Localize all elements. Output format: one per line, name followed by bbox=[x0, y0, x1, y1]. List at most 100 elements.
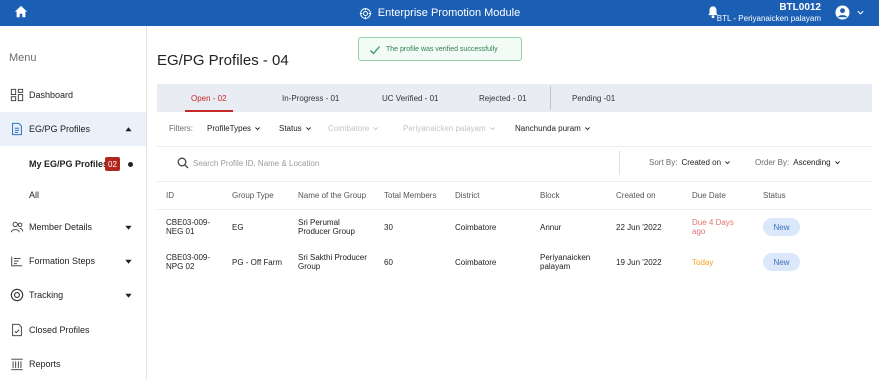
tab-rejected[interactable]: Rejected - 01 bbox=[479, 84, 527, 112]
search-input[interactable] bbox=[193, 156, 493, 170]
dashboard-icon bbox=[10, 88, 24, 102]
filter-label: Status bbox=[279, 124, 302, 133]
cell-created-on: 19 Jun '2022 bbox=[616, 258, 662, 267]
tracking-icon bbox=[10, 288, 24, 302]
cell-total-members: 60 bbox=[384, 258, 393, 267]
sort-by-value: Created on bbox=[681, 158, 722, 167]
chevron-down-icon bbox=[725, 161, 730, 165]
filter-profile-types[interactable]: ProfileTypes bbox=[207, 124, 261, 133]
chevron-down-icon bbox=[373, 127, 379, 131]
top-bar: Enterprise Promotion Module BTL0012 BTL … bbox=[0, 0, 879, 26]
order-by-select[interactable]: Ascending bbox=[793, 158, 840, 167]
sidebar-item-tracking[interactable]: Tracking bbox=[0, 278, 146, 312]
count-badge: 02 bbox=[105, 157, 120, 171]
tab-pending[interactable]: Pending -01 bbox=[572, 84, 615, 112]
sidebar-item-label: Member Details bbox=[29, 222, 93, 232]
divider bbox=[157, 181, 872, 182]
user-info[interactable]: BTL0012 BTL - Periyanaicken palayam bbox=[717, 2, 821, 24]
sidebar-item-label: Closed Profiles bbox=[29, 325, 90, 335]
cell-id: CBE03-009- NEG 01 bbox=[166, 218, 211, 236]
filter-block: Periyanaicken palayam bbox=[403, 124, 496, 133]
tab-divider bbox=[550, 86, 551, 110]
cell-due-date: Due 4 Days ago bbox=[692, 218, 734, 236]
cell-district: Coimbatore bbox=[455, 223, 497, 232]
cell-group-name: Sri Sakthi Producer Group bbox=[298, 253, 367, 271]
tab-open[interactable]: Open - 02 bbox=[185, 84, 233, 112]
table-row[interactable]: CBE03-009- NEG 01 EG Sri Perumal Producer … bbox=[157, 213, 872, 249]
sidebar-item-dashboard[interactable]: Dashboard bbox=[0, 78, 146, 112]
search-icon[interactable] bbox=[177, 157, 189, 169]
filter-label: ProfileTypes bbox=[207, 124, 252, 133]
cell-due-date: Today bbox=[692, 258, 714, 267]
order-by-label: Order By: bbox=[755, 158, 790, 167]
sidebar-subitem-label: All bbox=[29, 190, 40, 200]
column-header-created-on: Created on bbox=[616, 191, 656, 200]
closed-file-icon bbox=[12, 323, 22, 337]
column-header-total-members: Total Members bbox=[384, 191, 437, 200]
status-badge: New bbox=[763, 253, 800, 271]
filter-label: Coimbatore bbox=[328, 124, 370, 133]
chevron-down-icon bbox=[305, 127, 311, 131]
sidebar-item-label: Tracking bbox=[29, 290, 64, 300]
check-icon bbox=[370, 46, 380, 55]
tab-in-progress[interactable]: In-Progress - 01 bbox=[282, 84, 339, 112]
status-badge: New bbox=[763, 218, 800, 236]
success-toast: The profile was verified successfully bbox=[358, 37, 522, 61]
cell-group-type: EG bbox=[232, 223, 244, 232]
document-icon bbox=[12, 122, 22, 136]
order-by-value: Ascending bbox=[793, 158, 831, 167]
cell-created-on: 22 Jun '2022 bbox=[616, 223, 662, 232]
filter-district: Coimbatore bbox=[328, 124, 379, 133]
sort-by-select[interactable]: Created on bbox=[681, 158, 731, 167]
sidebar: Menu Dashboard EG/PG Profiles My EG/PG P… bbox=[0, 26, 147, 380]
sidebar-item-label: Reports bbox=[29, 359, 61, 369]
users-icon bbox=[10, 221, 24, 233]
sidebar-item-eg-pg-profiles[interactable]: EG/PG Profiles bbox=[0, 112, 146, 146]
sidebar-subitem-my-profiles[interactable]: My EG/PG Profiles 02 bbox=[0, 150, 146, 178]
filter-village[interactable]: Nanchunda puram bbox=[515, 124, 591, 133]
app-title: Enterprise Promotion Module bbox=[377, 7, 521, 19]
chevron-down-icon bbox=[255, 127, 260, 131]
chevron-down-icon[interactable] bbox=[124, 291, 133, 300]
divider bbox=[619, 151, 620, 175]
sidebar-item-member-details[interactable]: Member Details bbox=[0, 210, 146, 244]
account-icon[interactable] bbox=[835, 5, 850, 20]
column-header-due-date: Due Date bbox=[692, 191, 726, 200]
cell-id: CBE03-009- NPG 02 bbox=[166, 253, 211, 271]
filter-label: Nanchunda puram bbox=[515, 124, 581, 133]
cell-block: Annur bbox=[540, 223, 562, 232]
sidebar-subitem-all[interactable]: All bbox=[0, 181, 146, 209]
column-header-block: Block bbox=[540, 191, 560, 200]
tab-uc-verified[interactable]: UC Verified - 01 bbox=[382, 84, 438, 112]
filter-label: Periyanaicken palayam bbox=[403, 124, 486, 133]
column-header-group-name: Name of the Group bbox=[298, 191, 367, 200]
chevron-down-icon bbox=[834, 161, 840, 165]
reports-icon bbox=[11, 358, 23, 371]
sort-by-label: Sort By: bbox=[649, 158, 678, 167]
table-row[interactable]: CBE03-009- NPG 02 PG - Off Farm Sri Sakth… bbox=[157, 248, 872, 284]
sidebar-item-formation-steps[interactable]: Formation Steps bbox=[0, 244, 146, 278]
toast-message: The profile was verified successfully bbox=[386, 45, 498, 53]
menu-label: Menu bbox=[9, 52, 37, 64]
sort-by-control[interactable]: Sort By: Created on bbox=[649, 158, 731, 167]
sidebar-item-reports[interactable]: Reports bbox=[0, 347, 146, 381]
user-location: BTL - Periyanaicken palayam bbox=[716, 14, 821, 23]
status-tabs: Open - 02 In-Progress - 01 UC Verified -… bbox=[157, 84, 872, 112]
filters-label: Filters: bbox=[169, 124, 193, 133]
chevron-up-icon[interactable] bbox=[124, 125, 133, 134]
order-by-control[interactable]: Order By: Ascending bbox=[755, 158, 841, 167]
cell-group-name: Sri Perumal Producer Group bbox=[298, 218, 355, 236]
cell-block: Periyanaicken palayam bbox=[540, 253, 591, 271]
sidebar-item-closed-profiles[interactable]: Closed Profiles bbox=[0, 313, 146, 347]
divider bbox=[157, 209, 872, 210]
filter-status[interactable]: Status bbox=[279, 124, 312, 133]
cell-group-type: PG - Off Farm bbox=[232, 258, 283, 267]
divider bbox=[157, 146, 872, 147]
module-logo-icon bbox=[359, 7, 371, 19]
chevron-down-icon[interactable] bbox=[124, 223, 133, 232]
chevron-down-icon bbox=[584, 127, 590, 131]
active-dot bbox=[128, 162, 133, 167]
sidebar-item-label: Dashboard bbox=[29, 90, 74, 100]
chevron-down-icon[interactable] bbox=[124, 257, 133, 266]
chevron-down-icon[interactable] bbox=[856, 8, 865, 17]
